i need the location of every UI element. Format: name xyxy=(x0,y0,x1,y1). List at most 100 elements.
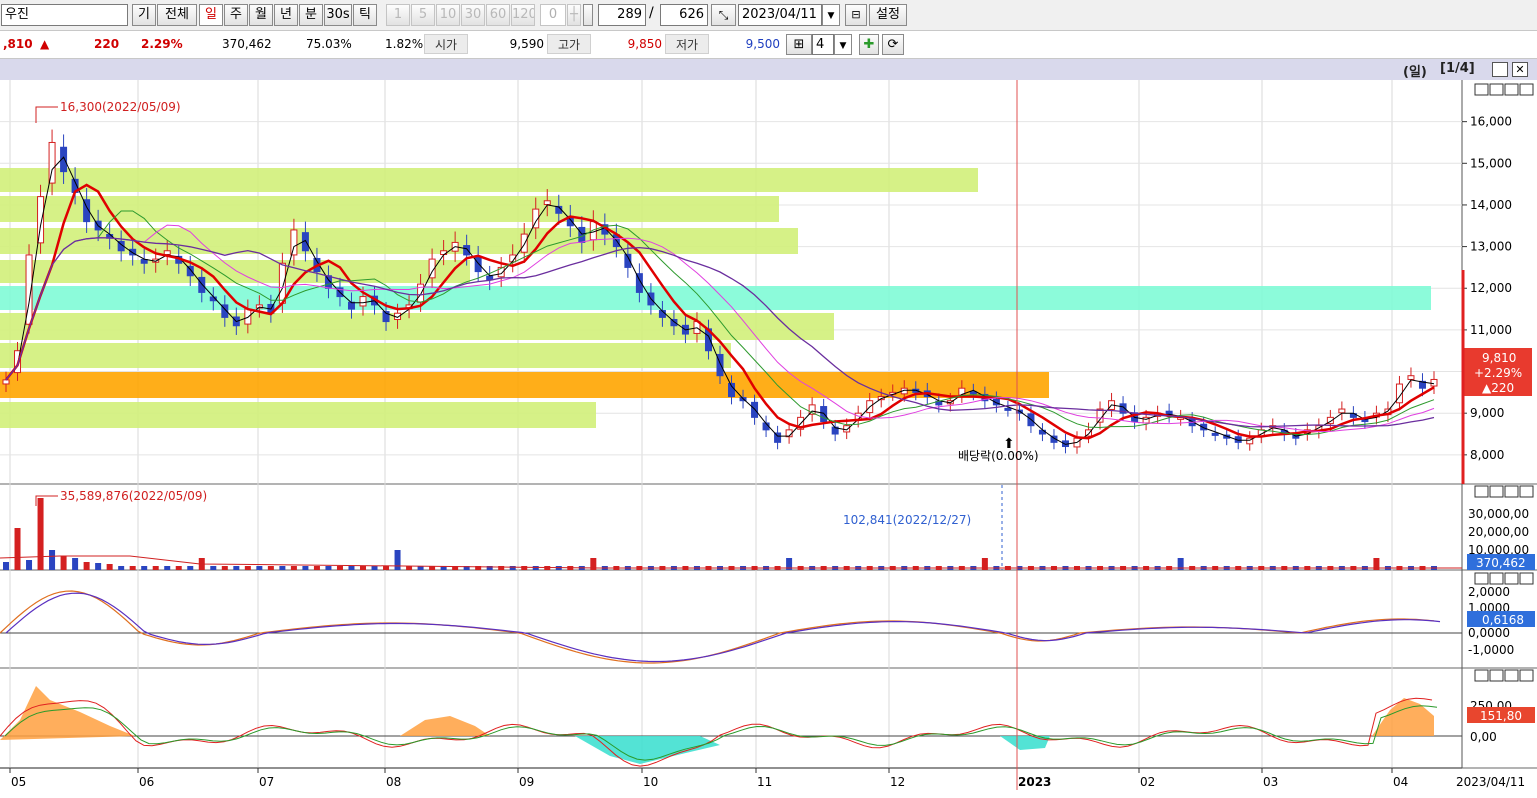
refresh-button[interactable]: ⟳ xyxy=(882,34,904,55)
candle-body xyxy=(244,308,252,325)
count-current-field[interactable]: 289 xyxy=(598,4,646,26)
year-period-button[interactable]: 년 xyxy=(274,4,298,26)
grid-count-field[interactable]: 4 xyxy=(812,34,834,55)
volume-bar xyxy=(256,566,263,570)
interval-10-button[interactable]: 10 xyxy=(436,4,460,26)
interval-spin-button[interactable]: ┼ xyxy=(567,4,581,26)
panel-control-icon xyxy=(1504,83,1519,96)
interval-1-button[interactable]: 1 xyxy=(386,4,410,26)
interval-120-button[interactable]: 120 xyxy=(511,4,535,26)
panel-control-icon xyxy=(1489,669,1504,682)
interval-value-field[interactable]: 0 xyxy=(540,4,566,26)
volume-tick-label: 30,000,00 xyxy=(1468,507,1529,521)
close-chart-button[interactable]: ✕ xyxy=(1512,62,1528,77)
save-button[interactable]: ⊟ xyxy=(845,4,867,26)
grid-layout-button[interactable]: ⊞ xyxy=(786,34,812,55)
scroll-lock-button[interactable] xyxy=(583,4,593,26)
month-label: 02 xyxy=(1140,775,1155,789)
volume-bar xyxy=(221,566,228,570)
interval-5-button[interactable]: 5 xyxy=(411,4,435,26)
date-dropdown-button[interactable]: ▼ xyxy=(822,4,840,26)
volume-bar xyxy=(348,566,355,570)
change-arrow-icon: ▲ xyxy=(40,37,50,51)
volume-bar xyxy=(141,566,148,570)
osc-tick-label: 0,00 xyxy=(1470,730,1497,744)
day-period-button[interactable]: 일 xyxy=(199,4,223,26)
interval-60-button[interactable]: 60 xyxy=(486,4,510,26)
current-change-label: ▲220 xyxy=(1482,381,1514,395)
price-tick-label: 8,000 xyxy=(1470,448,1504,462)
panel-control-icon xyxy=(1504,485,1519,498)
month-label: 08 xyxy=(386,775,401,789)
volume-bar xyxy=(290,566,297,570)
dividend-label: 배당락(0.00%) xyxy=(958,449,1039,463)
up-arrow-icon: ⬆ xyxy=(1003,436,1015,452)
volume-bar xyxy=(175,566,182,570)
volume-bar xyxy=(187,566,194,570)
macd-tick-label: 2,0000 xyxy=(1468,585,1510,599)
panel-control-icon xyxy=(1519,485,1534,498)
price-tick-label: 12,000 xyxy=(1470,281,1512,295)
osc-current-label: 151,80 xyxy=(1480,709,1522,723)
macd-signal-line xyxy=(5,592,1441,663)
volume-bar xyxy=(72,558,79,570)
price-zone-bar xyxy=(0,260,470,283)
price-tick-label: 15,000 xyxy=(1470,156,1512,170)
volume-bar xyxy=(244,566,251,570)
all-button[interactable]: 전체 xyxy=(157,4,197,26)
stock-chart[interactable]: 16,00015,00014,00013,00012,00011,00010,0… xyxy=(0,80,1537,798)
close-icon: ✕ xyxy=(1515,63,1525,76)
panel-control-icon xyxy=(1519,572,1534,585)
month-label: 03 xyxy=(1263,775,1278,789)
refresh-icon: ⟳ xyxy=(887,37,899,52)
candle-body xyxy=(1338,408,1346,414)
count-total-field[interactable]: 626 xyxy=(660,4,708,26)
save-icon: ⊟ xyxy=(851,8,861,21)
gi-button[interactable]: 기 xyxy=(132,4,156,26)
candle-body xyxy=(2,379,10,385)
month-label: 05 xyxy=(11,775,26,789)
plus-icon: ✚ xyxy=(863,37,875,52)
spin-icon: ┼ xyxy=(570,7,578,22)
month-period-button[interactable]: 월 xyxy=(249,4,273,26)
price-tick-label: 16,000 xyxy=(1470,115,1512,129)
date-field[interactable]: 2023/04/11 xyxy=(738,4,822,26)
osc-positive-area xyxy=(400,716,490,736)
max-price-pointer xyxy=(35,106,58,123)
panel-control-icon xyxy=(1519,669,1534,682)
add-chart-button[interactable]: ✚ xyxy=(859,34,879,55)
current-price-label: 9,810 xyxy=(1482,351,1516,365)
low-price: 9,500 xyxy=(745,37,780,51)
volume-bar xyxy=(3,562,9,570)
volume-bar xyxy=(83,562,90,570)
candle-body xyxy=(463,245,471,256)
candle-body xyxy=(543,200,551,206)
tick-period-button[interactable]: 틱 xyxy=(353,4,377,26)
maximize-chart-button[interactable] xyxy=(1492,62,1508,77)
panel-control-icon xyxy=(1489,572,1504,585)
stock-name-field[interactable]: 우진 xyxy=(1,4,128,26)
panel-control-icon xyxy=(1474,83,1489,96)
toolbar: 우진 기 전체 일 주 월 년 분 30s 틱 1 5 10 30 60 120… xyxy=(0,0,1537,31)
minute-period-button[interactable]: 분 xyxy=(299,4,323,26)
candle-body xyxy=(520,233,528,253)
chevron-down-icon: ▼ xyxy=(827,11,835,21)
panel-control-icon xyxy=(1519,83,1534,96)
volume-bar xyxy=(509,566,516,570)
reset-zoom-button[interactable]: ⤡ xyxy=(711,4,736,26)
sec30-period-button[interactable]: 30s xyxy=(324,4,352,26)
month-label: 10 xyxy=(643,775,658,789)
panel-control-icon xyxy=(1474,669,1489,682)
grid-count-dropdown[interactable]: ▼ xyxy=(834,34,852,55)
volume-ratio: 75.03% xyxy=(306,37,352,51)
volume-bar xyxy=(37,498,44,570)
macd-tick-label: 0,0000 xyxy=(1468,626,1510,640)
settings-button[interactable]: 설정 xyxy=(869,4,907,26)
volume-bar xyxy=(233,566,240,570)
chart-header: (일) [1/4] ✕ xyxy=(0,59,1537,80)
interval-30-button[interactable]: 30 xyxy=(461,4,485,26)
month-label: 09 xyxy=(519,775,534,789)
week-period-button[interactable]: 주 xyxy=(224,4,248,26)
ma20-line xyxy=(5,183,1435,440)
panel-control-icon xyxy=(1489,485,1504,498)
